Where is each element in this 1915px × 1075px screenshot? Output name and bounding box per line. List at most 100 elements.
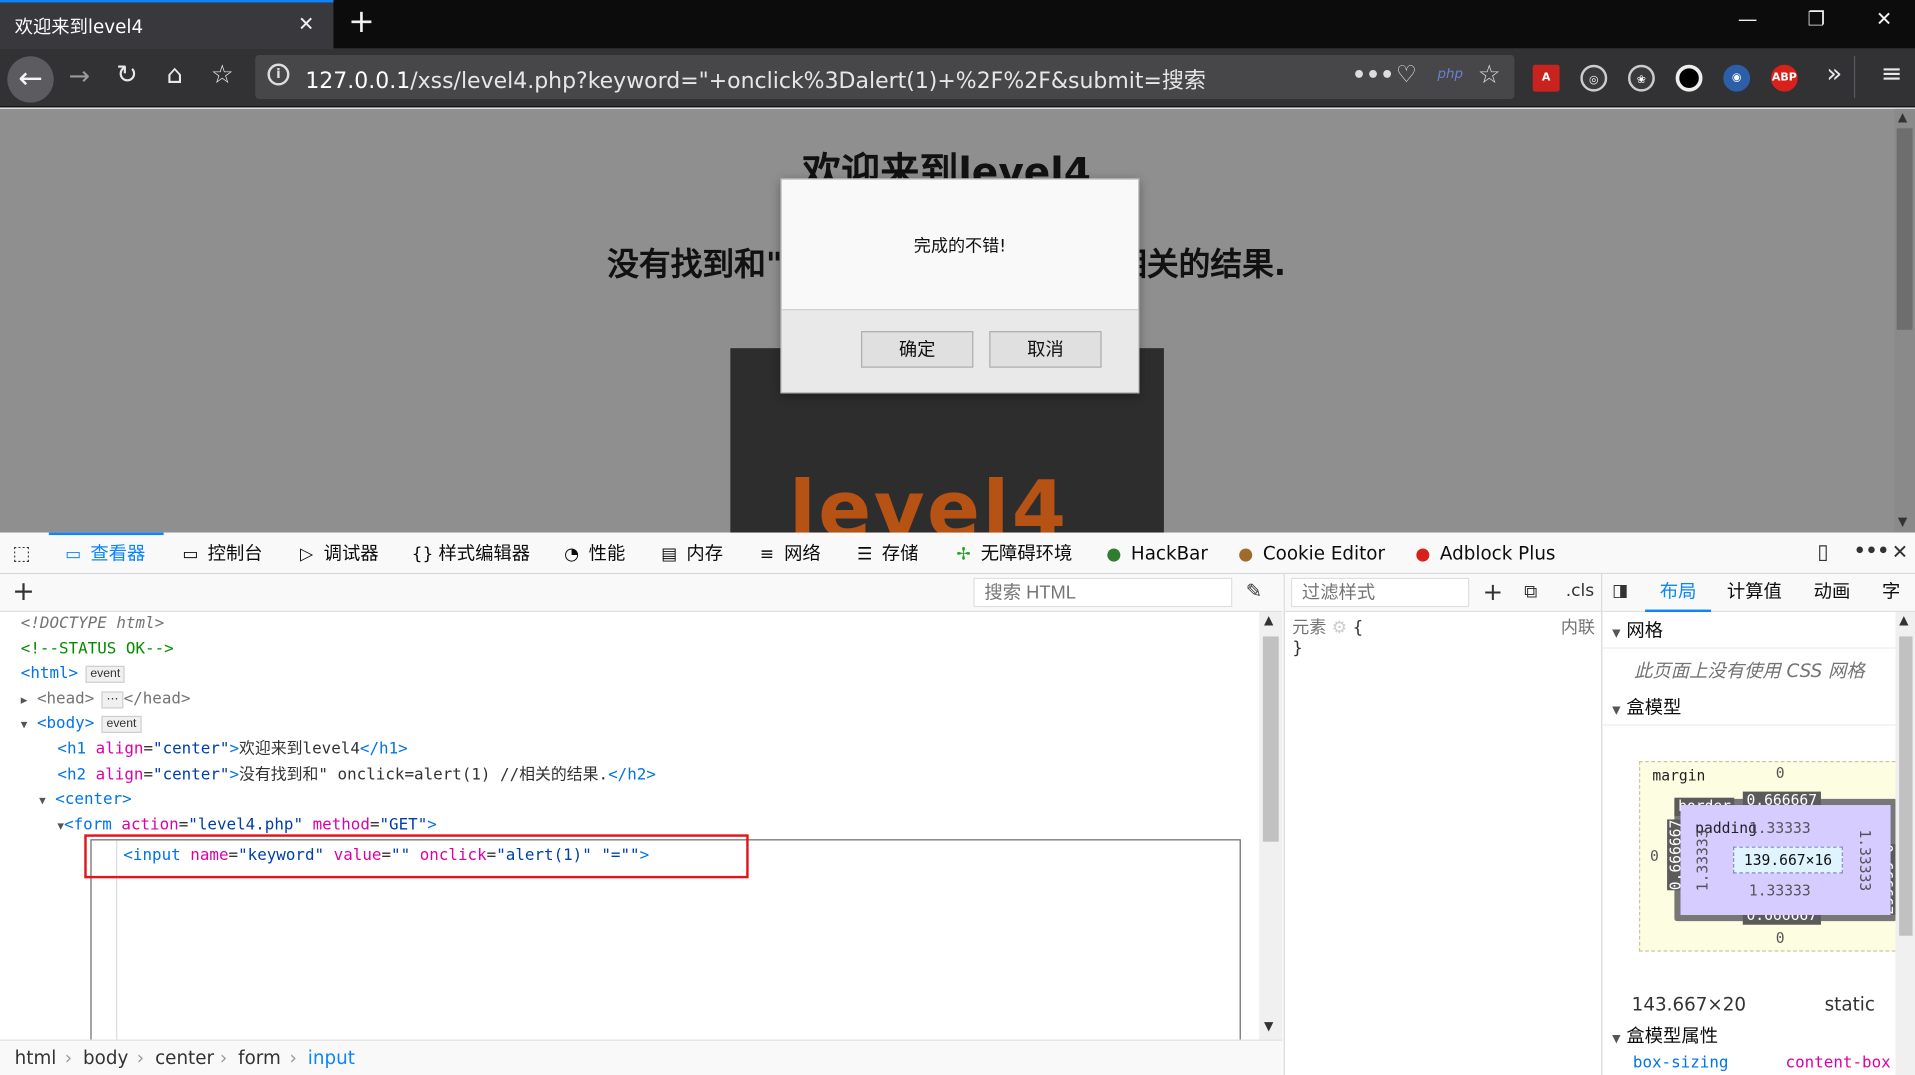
pdf-icon[interactable]: A — [1532, 64, 1560, 92]
layout-scrollbar[interactable]: ▲ — [1895, 612, 1915, 1075]
margin-left-value[interactable]: 0 — [1650, 848, 1659, 865]
markup-scroll-down-icon[interactable]: ▼ — [1264, 1020, 1273, 1033]
home-icon[interactable]: ⌂ — [156, 60, 193, 89]
cls-toggle[interactable]: .cls — [1566, 581, 1595, 601]
markup-scroll-up-icon[interactable]: ▲ — [1264, 614, 1273, 627]
menu-icon[interactable]: ≡ — [1873, 59, 1910, 88]
search-html-input[interactable] — [973, 577, 1233, 608]
browser-tab[interactable]: 欢迎来到level4 ✕ — [0, 0, 334, 49]
markup-h1-node[interactable]: <h1 align="center">欢迎来到level4</h1> — [57, 738, 407, 762]
style-editor-icon: {} — [411, 544, 434, 565]
more-options-icon[interactable]: ••• — [1854, 540, 1889, 562]
collapse-icon[interactable]: ▼ — [21, 720, 28, 732]
cancel-button[interactable]: 取消 — [989, 331, 1102, 368]
markup-comment[interactable]: <!--STATUS OK--> — [21, 638, 174, 662]
filter-styles-input[interactable] — [1290, 577, 1470, 608]
margin-bottom-value[interactable]: 0 — [1776, 930, 1785, 947]
tab-fonts[interactable]: 字 — [1882, 574, 1900, 612]
page-scroll-thumb[interactable] — [1896, 128, 1913, 330]
globe-icon[interactable]: ◉ — [1723, 64, 1751, 92]
tab-performance[interactable]: ◔ 性能 — [562, 533, 625, 575]
padding-left-value[interactable]: 1.33333 — [1694, 829, 1711, 891]
markup-scrollbar[interactable]: ▲ ▼ — [1259, 612, 1283, 1040]
markup-doctype[interactable]: <!DOCTYPE html> — [21, 612, 164, 636]
tab-memory[interactable]: ▤ 内存 — [660, 533, 723, 575]
url-text[interactable]: 127.0.0.1/xss/level4.php?keyword="+oncli… — [305, 64, 1206, 96]
toggle-pseudo-icon[interactable]: ⧉ — [1524, 580, 1537, 602]
dock-icon[interactable]: ▯ — [1817, 540, 1828, 564]
markup-body-node[interactable]: ▼ <body> event — [21, 712, 142, 736]
cookie-ext-icon[interactable]: ❀ — [1627, 64, 1655, 92]
padding-right-value[interactable]: 1.33333 — [1856, 829, 1873, 891]
screenshot-icon[interactable]: ◎ — [1580, 64, 1608, 92]
tab-style-editor[interactable]: {} 样式编辑器 — [412, 533, 530, 575]
php-icon[interactable]: php — [1437, 66, 1463, 82]
scroll-down-icon[interactable]: ▼ — [1898, 516, 1907, 529]
star-icon[interactable]: ☆ — [1478, 60, 1501, 89]
toggle-sidebar-icon[interactable]: ◨ — [1612, 581, 1628, 601]
padding-bottom-value[interactable]: 1.33333 — [1749, 882, 1811, 899]
add-node-icon[interactable]: + — [12, 577, 35, 608]
pocket-icon[interactable]: ♡ — [1396, 61, 1417, 88]
ok-button[interactable]: 确定 — [861, 331, 974, 368]
breadcrumb-separator: › — [219, 1046, 228, 1069]
markup-center-node[interactable]: ▼ <center> — [39, 788, 132, 812]
adblock-icon[interactable]: ABP — [1770, 64, 1798, 92]
overflow-icon[interactable]: » — [1816, 59, 1853, 88]
forward-icon[interactable]: → — [61, 61, 98, 90]
reload-icon[interactable]: ↻ — [109, 60, 146, 89]
tab-animations[interactable]: 动画 — [1814, 574, 1851, 612]
layout-scroll-up-icon[interactable]: ▲ — [1899, 614, 1908, 627]
tab-network[interactable]: ≡ 网络 — [757, 533, 821, 575]
breadcrumb-body[interactable]: body — [83, 1041, 128, 1075]
breadcrumb-center[interactable]: center — [155, 1041, 214, 1075]
bookmarks-icon[interactable]: ☆ — [204, 60, 241, 89]
close-window-icon[interactable]: ✕ — [1876, 7, 1892, 30]
breadcrumb-input[interactable]: input — [308, 1041, 355, 1075]
breadcrumb-html[interactable]: html — [15, 1041, 57, 1075]
restore-icon[interactable]: ❐ — [1808, 7, 1826, 30]
event-badge[interactable]: event — [85, 665, 126, 683]
padding-top-value[interactable]: 1.33333 — [1749, 820, 1811, 837]
layout-scroll-thumb[interactable] — [1899, 636, 1913, 936]
markup-h2-node[interactable]: <h2 align="center">没有找到和" onclick=alert(… — [57, 763, 656, 787]
box-model-props-header[interactable]: ▼ 盒模型属性 — [1602, 1018, 1895, 1055]
url-bar[interactable]: i 127.0.0.1/xss/level4.php?keyword="+onc… — [255, 54, 1515, 99]
tab-debugger[interactable]: ▷ 调试器 — [297, 533, 379, 575]
tab-console[interactable]: ▭ 控制台 — [181, 533, 262, 575]
circle-ext-icon[interactable] — [1675, 64, 1703, 92]
tab-inspector[interactable]: ▭ 查看器 — [48, 532, 164, 575]
tab-hackbar[interactable]: ● HackBar — [1104, 533, 1208, 575]
page-actions-icon[interactable]: ••• — [1352, 62, 1394, 88]
rules-pane: + ⧉ .cls 元素 ⚙ { 内联 } — [1283, 574, 1602, 1075]
scroll-up-icon[interactable]: ▲ — [1898, 111, 1907, 124]
markup-html-node[interactable]: <html> event — [21, 662, 126, 686]
add-rule-icon[interactable]: + — [1483, 577, 1503, 606]
page-scrollbar[interactable]: ▲ ▼ — [1894, 108, 1915, 533]
minimize-icon[interactable]: — — [1738, 7, 1758, 30]
markup-scroll-thumb[interactable] — [1262, 636, 1279, 842]
tab-accessibility[interactable]: ✢ 无障碍环境 — [954, 533, 1072, 575]
expand-icon[interactable]: ▶ — [21, 695, 28, 707]
box-model-content[interactable]: 139.667×16 — [1733, 846, 1843, 874]
markup-head-node[interactable]: ▶ <head> ⋯ </head> — [21, 688, 191, 712]
tab-storage[interactable]: ☰ 存储 — [855, 533, 918, 575]
close-devtools-icon[interactable]: ✕ — [1892, 540, 1908, 563]
eyedropper-icon[interactable]: ✎ — [1246, 579, 1262, 602]
tab-computed[interactable]: 计算值 — [1727, 574, 1782, 612]
margin-top-value[interactable]: 0 — [1776, 765, 1785, 782]
back-icon[interactable]: ← — [7, 56, 54, 103]
new-tab-icon[interactable]: + — [348, 4, 375, 41]
close-tab-icon[interactable]: ✕ — [298, 12, 314, 35]
info-icon[interactable]: i — [267, 63, 290, 86]
box-model-padding[interactable]: padding 1.33333 1.33333 1.33333 1.33333 … — [1680, 805, 1891, 915]
grid-section-header[interactable]: ▼ 网格 — [1602, 612, 1896, 649]
tab-cookie-editor[interactable]: ● Cookie Editor — [1236, 533, 1385, 575]
box-model-border[interactable]: border 0.666667 0.666667 0.666667 0.6666… — [1667, 791, 1897, 925]
breadcrumb-form[interactable]: form — [238, 1041, 281, 1075]
box-model-header[interactable]: ▼ 盒模型 — [1602, 689, 1896, 726]
pick-element-icon[interactable]: ⬚ — [12, 541, 30, 564]
box-model-margin[interactable]: margin 0 0 0 border 0.666667 0.666667 0.… — [1638, 761, 1902, 952]
tab-layout[interactable]: 布局 — [1645, 574, 1712, 613]
tab-adblock-plus[interactable]: ● Adblock Plus — [1413, 533, 1555, 575]
